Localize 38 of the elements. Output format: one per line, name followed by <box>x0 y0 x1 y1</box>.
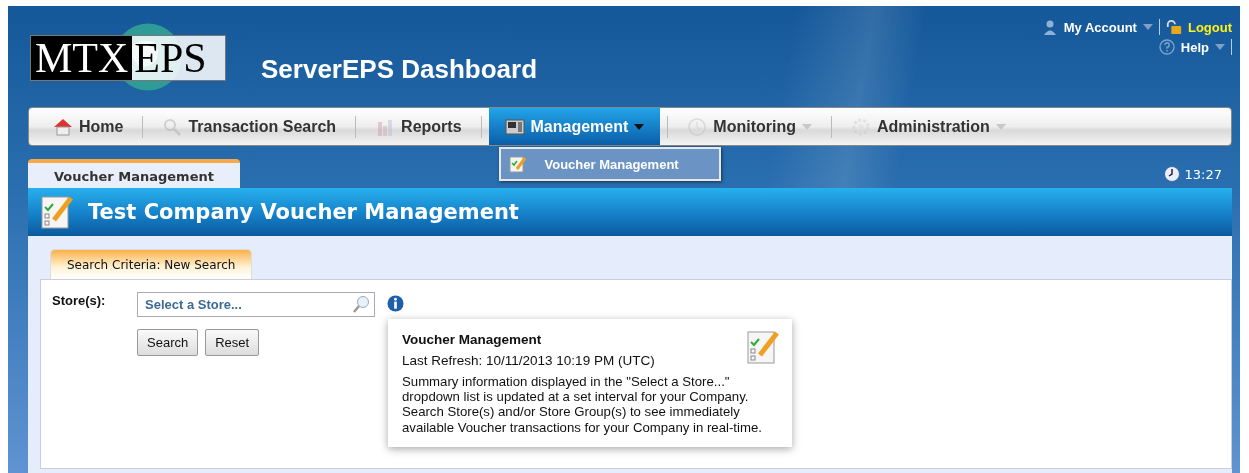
form-button[interactable]: Reset <box>205 329 260 356</box>
tooltip-title: Voucher Management <box>402 332 543 347</box>
checklist-icon <box>40 194 74 230</box>
refresh-time: Last Refresh: 10/11/2013 10:19 PM (UTC) <box>402 353 656 368</box>
user-icon <box>1041 19 1058 35</box>
caret-icon <box>1142 24 1153 30</box>
store-search-field[interactable]: Select a Store... <box>137 292 375 317</box>
info-icon[interactable] <box>387 295 404 312</box>
clock-time: 13:27 <box>1184 166 1222 182</box>
house-icon <box>53 117 73 136</box>
nav-tab[interactable]: Home <box>41 108 136 145</box>
logo: MTXEPS <box>30 22 226 92</box>
page-tab[interactable]: Voucher Management <box>28 159 240 188</box>
nav-tab[interactable]: Monitoring <box>675 108 824 145</box>
gear-icon <box>850 117 871 136</box>
nav-tab[interactable]: Transaction Search <box>150 108 349 145</box>
nav-tab[interactable]: Administration <box>838 108 1018 145</box>
help-icon <box>1158 39 1175 55</box>
field-label: Store(s): <box>52 293 107 308</box>
clock-icon <box>687 117 708 136</box>
form-button[interactable]: Search <box>137 329 199 356</box>
padlock-icon <box>1165 19 1182 35</box>
nav-tab[interactable]: Management <box>488 108 661 145</box>
search-criteria-tab[interactable]: Search Criteria: New Search <box>50 249 253 279</box>
terminal-icon <box>504 117 525 136</box>
app-title: ServerEPS Dashboard <box>261 54 537 85</box>
my-account-link[interactable]: My Account <box>1063 19 1137 35</box>
caret-icon <box>1215 44 1225 50</box>
nav-tab[interactable]: Reports <box>363 108 474 145</box>
search-icon <box>162 117 183 136</box>
tooltip-text: Summary information displayed in the "Select a Store..." dropdown list is updated at a set interval for your Company. Search Store(s) and/or Store Group(s) to see immediately available Voucher transactions for your Company in real-time. <box>402 374 763 435</box>
logout-link[interactable]: Logout <box>1187 19 1232 35</box>
help-link[interactable]: Help <box>1180 39 1209 55</box>
page-title: Test Company Voucher Management <box>88 200 519 224</box>
clock-icon <box>1163 166 1180 182</box>
checklist-icon <box>746 329 780 365</box>
checklist-icon <box>508 155 527 173</box>
search-icon <box>353 295 371 313</box>
